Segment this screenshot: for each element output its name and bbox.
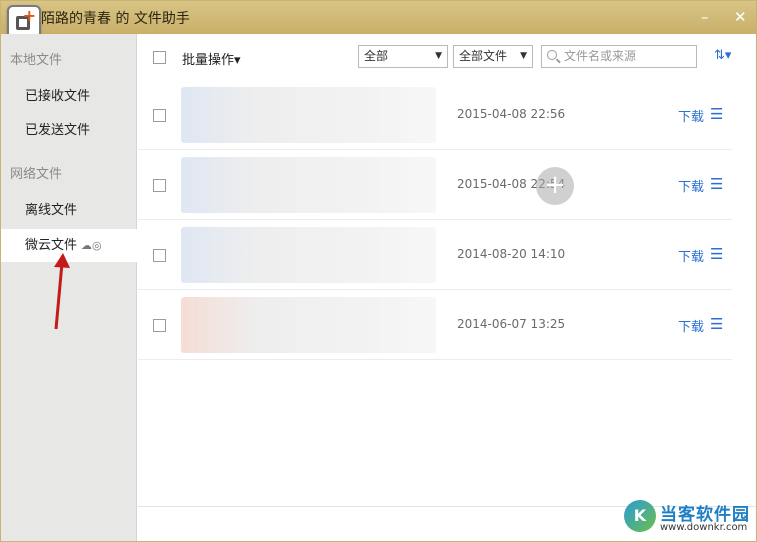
watermark: K 当客软件园 www.downkr.com <box>624 498 754 538</box>
scope-select[interactable]: 全部 ▼ <box>358 45 448 68</box>
row-checkbox[interactable] <box>153 319 166 332</box>
search-icon <box>547 50 557 60</box>
sidebar-item-label: 已接收文件 <box>25 89 91 104</box>
red-annotation-arrow-icon <box>54 253 70 330</box>
cloud-icon: ☁◎ <box>81 239 102 252</box>
search-placeholder: 文件名或来源 <box>564 49 637 63</box>
file-date: 2014-08-20 14:10 <box>457 247 566 261</box>
batch-operations-button[interactable]: 批量操作▾ <box>182 49 241 68</box>
menu-icon[interactable]: ☰ <box>710 245 723 263</box>
select-all-checkbox[interactable] <box>153 51 166 64</box>
chevron-down-icon: ▼ <box>435 51 442 61</box>
toolbar: 批量操作▾ 全部 ▼ 全部文件 ▼ 文件名或来源 ⇅▾ <box>138 34 756 80</box>
sidebar-item-offline[interactable]: 离线文件 <box>1 194 137 227</box>
download-link[interactable]: 下载 <box>678 176 704 195</box>
title-bar[interactable]: 陌路的青春 的 文件助手 – ✕ <box>1 1 756 34</box>
minimize-button[interactable]: – <box>701 8 709 26</box>
sidebar-item-sent[interactable]: 已发送文件 <box>1 114 137 147</box>
download-link[interactable]: 下载 <box>678 106 704 125</box>
window-title: 陌路的青春 的 文件助手 <box>41 11 190 27</box>
download-link[interactable]: 下载 <box>678 316 704 335</box>
download-link[interactable]: 下载 <box>678 246 704 265</box>
file-row[interactable]: 2014-08-20 14:10 下载 ☰ <box>138 220 732 290</box>
file-thumbnail-blurred <box>181 157 436 213</box>
section-local-files: 本地文件 <box>10 53 63 68</box>
file-assistant-window: 陌路的青春 的 文件助手 – ✕ + 本地文件 已接收文件 已发送文件 网络文件… <box>0 0 757 542</box>
scope-select-value: 全部 <box>364 49 389 63</box>
file-row[interactable]: 2015-04-08 22:54 下载 ☰ <box>138 150 732 220</box>
file-thumbnail-blurred <box>181 227 436 283</box>
sidebar-item-received[interactable]: 已接收文件 <box>1 80 137 113</box>
menu-icon[interactable]: ☰ <box>710 175 723 193</box>
close-button[interactable]: ✕ <box>734 8 747 26</box>
file-thumbnail-blurred <box>181 87 436 143</box>
menu-icon[interactable]: ☰ <box>710 315 723 333</box>
file-type-select[interactable]: 全部文件 ▼ <box>453 45 533 68</box>
sort-button[interactable]: ⇅▾ <box>714 48 731 63</box>
sidebar-item-label: 已发送文件 <box>25 123 91 138</box>
row-checkbox[interactable] <box>153 109 166 122</box>
file-date: 2015-04-08 22:56 <box>457 107 566 121</box>
file-date: 2014-06-07 13:25 <box>457 317 566 331</box>
search-input[interactable]: 文件名或来源 <box>541 45 697 68</box>
file-type-select-value: 全部文件 <box>459 49 508 63</box>
menu-icon[interactable]: ☰ <box>710 105 723 123</box>
watermark-logo-icon: K <box>624 500 656 532</box>
row-checkbox[interactable] <box>153 179 166 192</box>
sidebar-item-label: 离线文件 <box>25 203 78 218</box>
watermark-url: www.downkr.com <box>660 522 748 533</box>
file-row[interactable]: 2014-06-07 13:25 下载 ☰ <box>138 290 732 360</box>
floating-add-button[interactable]: + <box>536 167 574 205</box>
file-thumbnail-blurred <box>181 297 436 353</box>
section-network-files: 网络文件 <box>10 167 63 182</box>
file-row[interactable]: 2015-04-08 22:56 下载 ☰ <box>138 80 732 150</box>
chevron-down-icon: ▼ <box>520 51 527 61</box>
row-checkbox[interactable] <box>153 249 166 262</box>
